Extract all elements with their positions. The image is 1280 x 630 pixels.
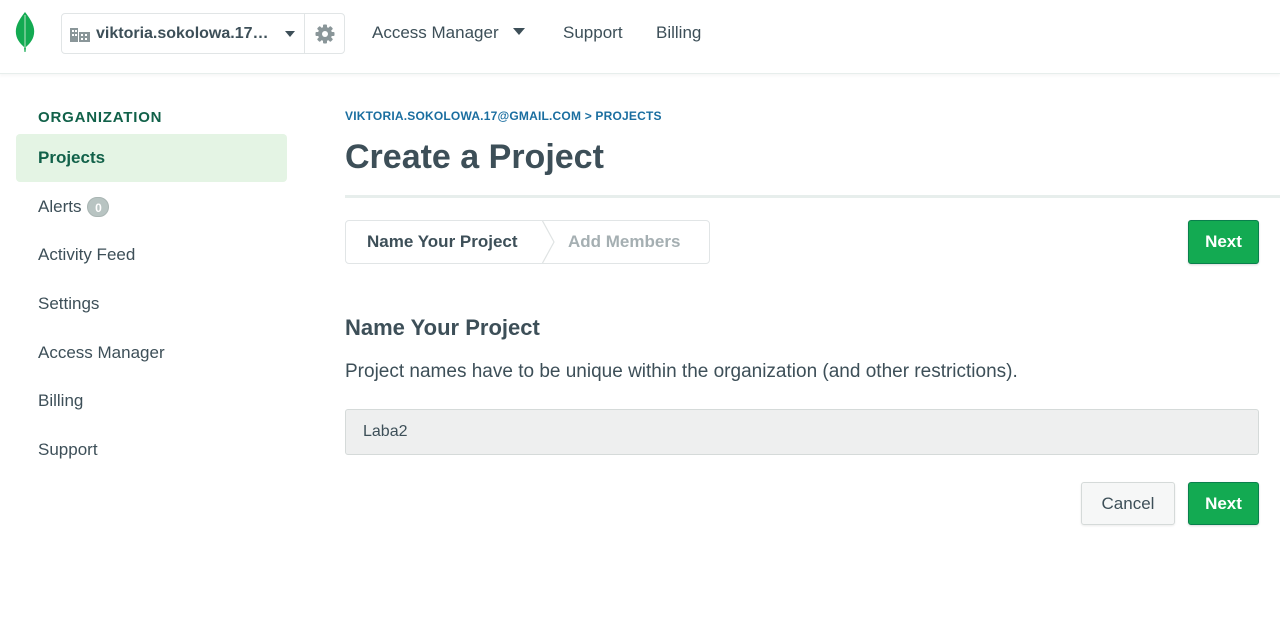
sidebar-item-access-manager[interactable]: Access Manager	[16, 329, 287, 377]
nav-billing[interactable]: Billing	[656, 23, 701, 43]
sidebar-item-label: Access Manager	[38, 343, 165, 362]
sidebar-heading: ORGANIZATION	[38, 109, 163, 126]
sidebar-item-label: Projects	[38, 148, 106, 167]
caret-down-icon	[285, 30, 295, 37]
sidebar-item-label: Billing	[38, 391, 84, 410]
sidebar-item-settings[interactable]: Settings	[16, 280, 287, 328]
wizard-steps: Name Your Project Add Members	[345, 220, 710, 264]
step-separator-chevron	[542, 221, 555, 263]
breadcrumb[interactable]: VIKTORIA.SOKOLOWA.17@GMAIL.COM > PROJECT…	[345, 109, 662, 123]
wizard-step-add-members: Add Members	[568, 232, 681, 251]
nav-access-manager-label: Access Manager	[372, 23, 499, 42]
building-icon	[70, 27, 90, 42]
sidebar-item-projects[interactable]: Projects	[16, 134, 287, 182]
organization-selector[interactable]: viktoria.sokolowa.17…	[61, 13, 345, 54]
caret-down-icon	[512, 28, 525, 36]
gear-icon	[315, 24, 334, 43]
organization-dropdown[interactable]: viktoria.sokolowa.17…	[62, 14, 305, 53]
section-title: Name Your Project	[345, 315, 540, 340]
organization-name: viktoria.sokolowa.17…	[96, 24, 269, 42]
project-name-input[interactable]	[345, 409, 1259, 455]
sidebar-item-activity-feed[interactable]: Activity Feed	[16, 231, 287, 279]
next-button-top[interactable]: Next	[1188, 220, 1259, 264]
title-divider	[345, 195, 1280, 198]
section-description: Project names have to be unique within t…	[345, 361, 1018, 382]
page-title: Create a Project	[345, 138, 604, 176]
nav-support[interactable]: Support	[563, 23, 623, 43]
sidebar-item-support[interactable]: Support	[16, 426, 287, 474]
nav-access-manager[interactable]: Access Manager	[372, 23, 525, 43]
top-navbar: viktoria.sokolowa.17… Access Manager Sup…	[0, 0, 1280, 74]
sidebar-item-label: Alerts	[38, 197, 82, 216]
sidebar-item-label: Activity Feed	[38, 245, 136, 264]
mongodb-leaf-icon[interactable]	[14, 12, 36, 52]
sidebar-item-billing[interactable]: Billing	[16, 377, 287, 425]
sidebar-item-label: Support	[38, 440, 98, 459]
alerts-count-badge: 0	[87, 197, 110, 217]
cancel-button[interactable]: Cancel	[1081, 482, 1175, 525]
organization-settings-button[interactable]	[305, 14, 344, 53]
sidebar-item-alerts[interactable]: Alerts 0	[16, 183, 287, 231]
next-button-bottom[interactable]: Next	[1188, 482, 1259, 525]
wizard-step-name-project: Name Your Project	[367, 232, 518, 251]
sidebar-item-label: Settings	[38, 294, 100, 313]
